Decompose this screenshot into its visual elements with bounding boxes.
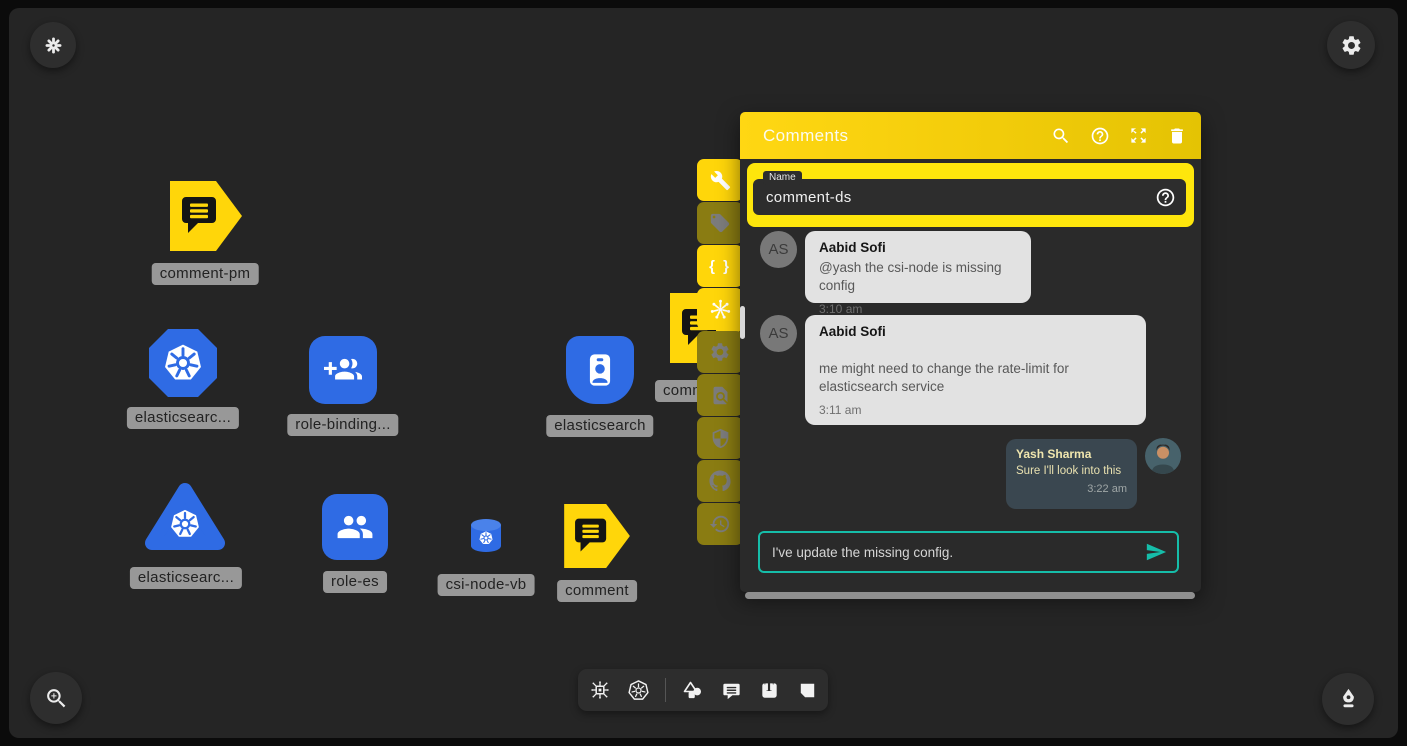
message-bubble: Aabid Sofi me might need to change the r… xyxy=(805,315,1146,425)
toolbar-braces-button[interactable]: { } xyxy=(697,245,743,287)
help-icon[interactable] xyxy=(1090,126,1110,146)
avatar: AS xyxy=(760,315,797,352)
toolbar-doc-search-button[interactable] xyxy=(697,374,743,416)
github-icon xyxy=(709,470,731,492)
storage-cylinder-icon xyxy=(469,518,503,555)
group-add-icon xyxy=(324,351,362,389)
mesh-hub-icon xyxy=(709,298,732,321)
kubernetes-octagon-icon xyxy=(147,327,219,399)
text-tool-button[interactable]: T xyxy=(758,679,781,702)
message-author: Aabid Sofi xyxy=(819,240,1017,255)
wrench-icon xyxy=(710,170,731,191)
kubernetes-icon xyxy=(627,679,650,702)
comments-panel: Comments Name AS Aabid Sofi @yash the cs… xyxy=(740,112,1201,592)
toolbar-history-button[interactable] xyxy=(697,503,743,545)
node-elasticsearch-octagon[interactable] xyxy=(147,327,219,399)
chat-input-row xyxy=(758,531,1179,573)
comment-tool-button[interactable] xyxy=(720,679,743,702)
message-bubble: Yash Sharma Sure I'll look into this 3:2… xyxy=(1006,439,1137,509)
shape-tools-toolbar: T xyxy=(578,669,828,711)
toolbar-divider xyxy=(665,678,666,702)
braces-icon: { } xyxy=(709,258,731,275)
kubernetes-tool-button[interactable] xyxy=(627,679,650,702)
toolbar-shield-button[interactable] xyxy=(697,417,743,459)
kubernetes-triangle-icon xyxy=(144,479,226,555)
node-csi-node-vb[interactable] xyxy=(469,518,503,555)
node-label: comment xyxy=(557,580,637,602)
tag-icon xyxy=(709,212,731,234)
chat-input[interactable] xyxy=(760,545,1141,560)
name-input[interactable] xyxy=(753,179,1186,215)
node-elasticsearch-triangle[interactable] xyxy=(144,479,226,555)
message-text: Sure I'll look into this xyxy=(1016,465,1127,477)
message-text: me might need to change the rate-limit f… xyxy=(819,360,1132,396)
trash-icon[interactable] xyxy=(1167,126,1187,146)
name-field xyxy=(753,179,1186,215)
node-elasticsearch-sa[interactable] xyxy=(566,336,634,404)
comments-panel-header[interactable]: Comments xyxy=(740,112,1201,159)
name-field-label: Name xyxy=(763,171,802,185)
settings-button[interactable] xyxy=(1327,21,1375,69)
message-time: 3:11 am xyxy=(819,403,1132,417)
node-label: role-binding... xyxy=(287,414,398,436)
avatar-photo xyxy=(1145,438,1181,474)
history-icon xyxy=(709,513,731,535)
comment-icon xyxy=(720,679,743,702)
node-label: elasticsearc... xyxy=(127,407,239,429)
search-icon[interactable] xyxy=(1051,126,1071,146)
gear-icon xyxy=(709,341,731,363)
people-icon xyxy=(336,508,374,546)
name-field-highlight: Name xyxy=(747,163,1194,227)
shield-icon xyxy=(710,428,731,449)
node-label: role-es xyxy=(323,571,387,593)
node-comment[interactable] xyxy=(564,504,630,568)
node-label: elasticsearc... xyxy=(130,567,242,589)
expand-icon[interactable] xyxy=(1129,126,1148,145)
comment-shape-icon xyxy=(564,504,630,568)
app-logo-button[interactable] xyxy=(30,22,76,68)
panel-title: Comments xyxy=(763,126,848,146)
avatar: AS xyxy=(760,231,797,268)
meshery-flower-icon xyxy=(43,35,64,56)
doc-search-icon xyxy=(710,385,731,406)
help-icon[interactable] xyxy=(1155,187,1176,208)
toolbar-tag-button[interactable] xyxy=(697,202,743,244)
node-comment-pm[interactable] xyxy=(170,181,242,251)
toolbar-settings-button[interactable] xyxy=(697,331,743,373)
toolbar-wrench-button[interactable] xyxy=(697,159,743,201)
note-tool-button[interactable] xyxy=(796,679,819,702)
message-bubble: Aabid Sofi @yash the csi-node is missing… xyxy=(805,231,1031,303)
zoom-in-icon xyxy=(44,686,69,711)
toolbar-mesh-button[interactable] xyxy=(697,288,743,330)
pen-tool-button[interactable] xyxy=(1322,673,1374,725)
id-badge-icon xyxy=(578,348,622,392)
circuit-icon xyxy=(588,678,612,702)
node-label: comment-pm xyxy=(152,263,259,285)
note-icon xyxy=(796,679,819,702)
node-role-binding[interactable] xyxy=(309,336,377,404)
comment-shape-icon xyxy=(170,181,242,251)
shapes-icon xyxy=(681,678,705,702)
message-time: 3:22 am xyxy=(1016,483,1127,495)
message-author: Aabid Sofi xyxy=(819,324,1132,339)
circuit-tool-button[interactable] xyxy=(588,678,612,702)
pen-nib-icon xyxy=(1335,686,1362,713)
gear-icon xyxy=(1340,34,1363,57)
text-tool-glyph: T xyxy=(758,680,781,696)
send-icon xyxy=(1145,541,1167,563)
zoom-button[interactable] xyxy=(30,672,82,724)
message-author: Yash Sharma xyxy=(1016,447,1127,461)
node-label: elasticsearch xyxy=(546,415,653,437)
node-label: csi-node-vb xyxy=(438,574,535,596)
panel-vertical-scrollbar[interactable] xyxy=(740,306,745,339)
toolbar-github-button[interactable] xyxy=(697,460,743,502)
node-role-es[interactable] xyxy=(322,494,388,560)
message-text: @yash the csi-node is missing config xyxy=(819,259,1017,295)
shapes-tool-button[interactable] xyxy=(681,678,705,702)
send-button[interactable] xyxy=(1141,541,1171,563)
node-action-toolbar: { } xyxy=(697,159,743,546)
panel-horizontal-scrollbar[interactable] xyxy=(745,592,1195,599)
